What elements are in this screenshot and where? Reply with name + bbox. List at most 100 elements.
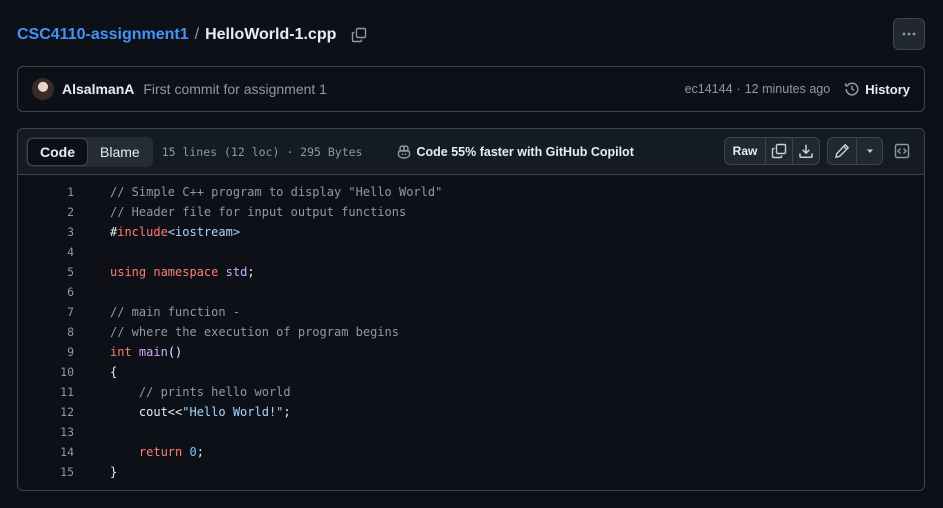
line-content: cout<<"Hello World!"; bbox=[74, 405, 291, 419]
code-token: ; bbox=[283, 405, 291, 419]
line-number[interactable]: 1 bbox=[18, 185, 74, 199]
view-mode-toggle: Code Blame bbox=[26, 136, 153, 167]
line-number[interactable]: 2 bbox=[18, 205, 74, 219]
edit-file-button[interactable] bbox=[828, 138, 856, 164]
pencil-icon bbox=[835, 143, 850, 159]
code-token: () bbox=[167, 345, 183, 359]
breadcrumb-separator: / bbox=[194, 26, 200, 43]
code-token: main bbox=[138, 345, 168, 359]
line-content: int main() bbox=[74, 345, 182, 359]
code-token: cout<< bbox=[110, 405, 183, 419]
code-token: std bbox=[225, 265, 248, 279]
line-number[interactable]: 9 bbox=[18, 345, 74, 359]
commit-time: 12 minutes ago bbox=[744, 82, 831, 96]
code-line: 2 // Header file for input output functio… bbox=[18, 202, 924, 222]
line-content: { bbox=[74, 365, 117, 379]
triangle-down-icon bbox=[866, 149, 873, 153]
line-number[interactable]: 5 bbox=[18, 265, 74, 279]
raw-actions-group: Raw bbox=[724, 137, 820, 165]
breadcrumb-file-name: HelloWorld-1.cpp bbox=[205, 26, 337, 43]
raw-button[interactable]: Raw bbox=[725, 138, 765, 164]
code-token: // where the execution of program begins bbox=[110, 325, 399, 339]
tab-blame[interactable]: Blame bbox=[88, 138, 152, 166]
code-line: 15} bbox=[18, 462, 924, 482]
code-line: 3 #include<iostream> bbox=[18, 222, 924, 242]
code-token: // Simple C++ program to display "Hello … bbox=[110, 185, 443, 199]
copy-path-icon[interactable] bbox=[350, 26, 368, 44]
line-number[interactable]: 7 bbox=[18, 305, 74, 319]
download-icon bbox=[799, 144, 813, 158]
file-info: 15 lines (12 loc) · 295 Bytes bbox=[161, 144, 363, 159]
commit-meta: ec14144 · 12 minutes ago History bbox=[685, 81, 910, 97]
line-content: #include<iostream> bbox=[74, 225, 240, 239]
line-content: // Simple C++ program to display "Hello … bbox=[74, 185, 442, 199]
code-token: } bbox=[110, 465, 118, 479]
code-token: <iostream> bbox=[167, 225, 241, 239]
copilot-promo-label: Code 55% faster with GitHub Copilot bbox=[416, 144, 634, 159]
commit-hash[interactable]: ec14144 bbox=[685, 82, 733, 96]
code-line: 1 // Simple C++ program to display "Hello… bbox=[18, 182, 924, 202]
line-number[interactable]: 12 bbox=[18, 405, 74, 419]
code-line: 10 { bbox=[18, 362, 924, 382]
code-token: // Header file for input output function… bbox=[110, 205, 407, 219]
history-label: History bbox=[865, 81, 910, 97]
tab-code[interactable]: Code bbox=[27, 137, 88, 166]
edit-menu-button[interactable] bbox=[856, 138, 882, 164]
commit-author[interactable]: AlsalmanA bbox=[62, 81, 134, 97]
avatar[interactable] bbox=[32, 78, 54, 100]
more-options-button[interactable] bbox=[893, 18, 925, 50]
history-button[interactable]: History bbox=[844, 81, 910, 97]
copilot-icon bbox=[398, 144, 411, 159]
line-content: // main function - bbox=[74, 305, 240, 319]
line-content: } bbox=[74, 465, 117, 479]
code-token: return bbox=[138, 445, 183, 459]
line-content: // prints hello world bbox=[74, 385, 291, 399]
line-number[interactable]: 4 bbox=[18, 245, 74, 259]
symbols-panel-button[interactable] bbox=[888, 137, 916, 165]
code-line: 13 bbox=[18, 422, 924, 442]
download-raw-button[interactable] bbox=[792, 138, 819, 164]
copilot-promo-link[interactable]: Code 55% faster with GitHub Copilot bbox=[396, 144, 634, 160]
code-token: 0 bbox=[189, 445, 197, 459]
code-line: 12 cout<<"Hello World!"; bbox=[18, 402, 924, 422]
file-viewer: Code Blame 15 lines (12 loc) · 295 Bytes… bbox=[17, 128, 925, 491]
code-token: namespace bbox=[153, 265, 219, 279]
code-line: 14 return 0; bbox=[18, 442, 924, 462]
file-header: Code Blame 15 lines (12 loc) · 295 Bytes… bbox=[18, 129, 924, 175]
commit-message[interactable]: First commit for assignment 1 bbox=[143, 81, 327, 97]
line-number[interactable]: 13 bbox=[18, 425, 74, 439]
line-content: // where the execution of program begins bbox=[74, 325, 399, 339]
breadcrumb-repo-link[interactable]: CSC4110-assignment1 bbox=[17, 26, 189, 44]
kebab-horizontal-icon bbox=[902, 32, 916, 36]
line-number[interactable]: 14 bbox=[18, 445, 74, 459]
commit-meta-separator: · bbox=[736, 82, 741, 96]
code-line: 7 // main function - bbox=[18, 302, 924, 322]
code-token: ; bbox=[196, 445, 204, 459]
line-content: return 0; bbox=[74, 445, 204, 459]
edit-actions-group bbox=[827, 137, 883, 165]
breadcrumb: CSC4110-assignment1 / HelloWorld-1.cpp bbox=[17, 24, 368, 46]
history-icon bbox=[845, 82, 859, 96]
line-number[interactable]: 11 bbox=[18, 385, 74, 399]
copy-raw-button[interactable] bbox=[765, 138, 792, 164]
copy-icon bbox=[771, 143, 787, 159]
line-number[interactable]: 3 bbox=[18, 225, 74, 239]
code-line: 9 int main() bbox=[18, 342, 924, 362]
latest-commit-bar: AlsalmanA First commit for assignment 1 … bbox=[17, 66, 925, 112]
line-number[interactable]: 15 bbox=[18, 465, 74, 479]
code-token: int bbox=[110, 345, 132, 359]
code-square-icon bbox=[894, 143, 910, 159]
line-number[interactable]: 8 bbox=[18, 325, 74, 339]
line-number[interactable]: 6 bbox=[18, 285, 74, 299]
code-token: include bbox=[117, 225, 168, 239]
code-line: 11 // prints hello world bbox=[18, 382, 924, 402]
code-token: { bbox=[110, 365, 118, 379]
code-line: 8 // where the execution of program begin… bbox=[18, 322, 924, 342]
code-token: using bbox=[110, 265, 147, 279]
code-line: 4 bbox=[18, 242, 924, 262]
line-number[interactable]: 10 bbox=[18, 365, 74, 379]
